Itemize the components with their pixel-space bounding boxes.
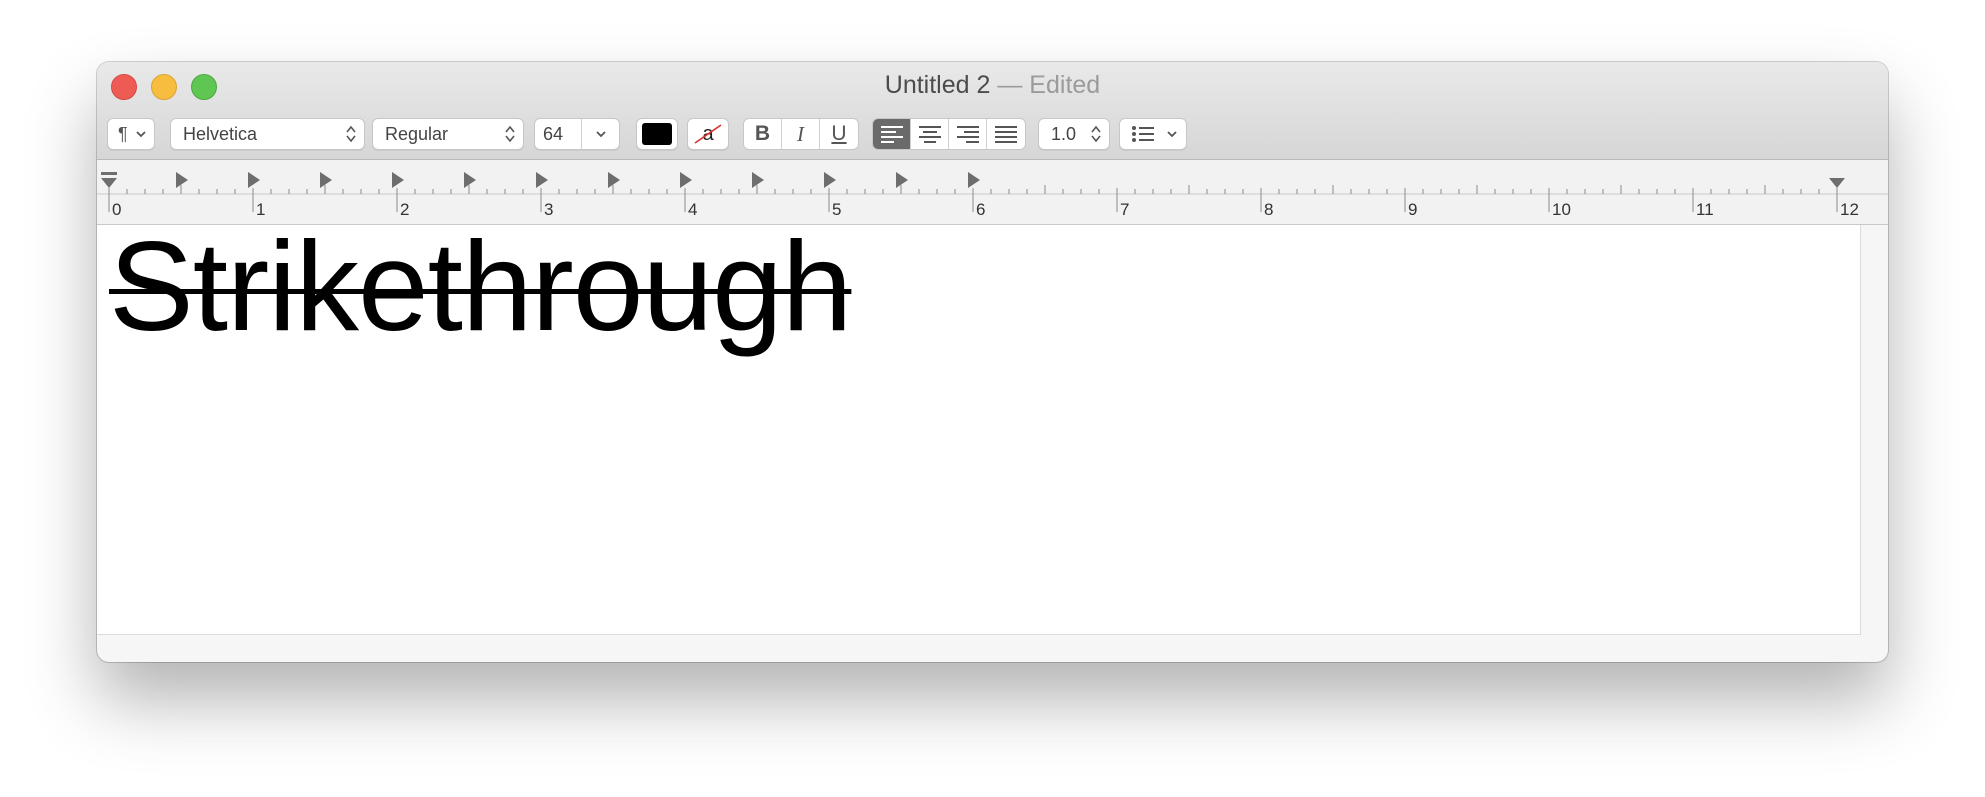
tab-stop-marker	[752, 172, 764, 188]
ruler-number: 10	[1552, 200, 1571, 219]
textedit-window: Untitled 2 — Edited ¶ Helvetica Regular …	[97, 62, 1888, 662]
chevron-down-icon	[136, 131, 146, 138]
underline-button[interactable]: U	[820, 119, 858, 149]
ruler-number: 8	[1264, 200, 1274, 219]
tab-stop-marker	[248, 172, 260, 188]
document-text[interactable]: Strikethrough	[109, 213, 852, 359]
ruler-number: 9	[1408, 200, 1418, 219]
ruler-number: 7	[1120, 200, 1130, 219]
align-left-icon	[880, 126, 903, 143]
ruler-number: 12	[1840, 200, 1859, 219]
align-center-button[interactable]	[911, 119, 949, 149]
no-color-slash-icon	[694, 124, 722, 144]
align-center-icon	[918, 126, 941, 143]
tab-stop-marker	[608, 172, 620, 188]
chevron-down-icon	[1167, 131, 1177, 138]
ruler-number: 6	[976, 200, 986, 219]
font-style-value: Regular	[385, 123, 449, 144]
left-indent-marker	[101, 178, 117, 188]
tab-stop-marker	[968, 172, 980, 188]
italic-button[interactable]: I	[782, 119, 820, 149]
list-bullets-popup[interactable]	[1119, 118, 1187, 150]
font-size-field[interactable]: 64	[535, 124, 583, 145]
tab-stop-marker	[896, 172, 908, 188]
font-style-segmented: B I U	[743, 118, 859, 150]
tab-stop-marker	[824, 172, 836, 188]
tab-stop-marker	[680, 172, 692, 188]
document-name: Untitled 2	[884, 71, 991, 99]
align-justify-icon	[995, 126, 1017, 143]
up-down-arrows-icon	[505, 125, 515, 143]
ruler-number: 11	[1696, 200, 1714, 219]
tab-stop-marker	[392, 172, 404, 188]
bold-button[interactable]: B	[744, 119, 782, 149]
font-family-popup[interactable]: Helvetica	[170, 118, 365, 150]
highlight-color-well[interactable]: a	[687, 118, 729, 150]
tab-stop-marker	[176, 172, 188, 188]
right-margin-marker	[1829, 178, 1845, 188]
alignment-segmented	[872, 118, 1026, 150]
tab-stop-marker	[320, 172, 332, 188]
tab-stop-marker	[536, 172, 548, 188]
text-color-swatch	[642, 123, 672, 145]
bullet-list-icon	[1132, 126, 1154, 142]
tab-stop-marker	[464, 172, 476, 188]
edited-status: — Edited	[997, 71, 1101, 99]
font-family-value: Helvetica	[183, 123, 258, 144]
chevron-down-icon[interactable]	[595, 128, 607, 140]
align-right-icon	[956, 126, 979, 143]
paragraph-styles-popup[interactable]: ¶	[107, 118, 155, 150]
up-down-arrows-icon	[1091, 125, 1101, 143]
align-justify-button[interactable]	[987, 119, 1025, 149]
window-title: Untitled 2 — Edited	[97, 71, 1888, 100]
font-style-popup[interactable]: Regular	[372, 118, 524, 150]
text-color-well[interactable]	[636, 118, 678, 150]
line-spacing-value: 1.0	[1051, 123, 1077, 144]
up-down-arrows-icon	[346, 125, 356, 143]
combo-divider	[581, 119, 582, 149]
align-left-button[interactable]	[873, 119, 911, 149]
font-size-combo[interactable]: 64	[534, 118, 620, 150]
align-right-button[interactable]	[949, 119, 987, 149]
document-area[interactable]: Strikethrough	[97, 215, 1861, 635]
line-spacing-popup[interactable]: 1.0	[1038, 118, 1110, 150]
pilcrow-icon: ¶	[118, 123, 128, 144]
title-bar: Untitled 2 — Edited ¶ Helvetica Regular …	[97, 62, 1888, 160]
first-line-indent-marker	[101, 172, 117, 175]
